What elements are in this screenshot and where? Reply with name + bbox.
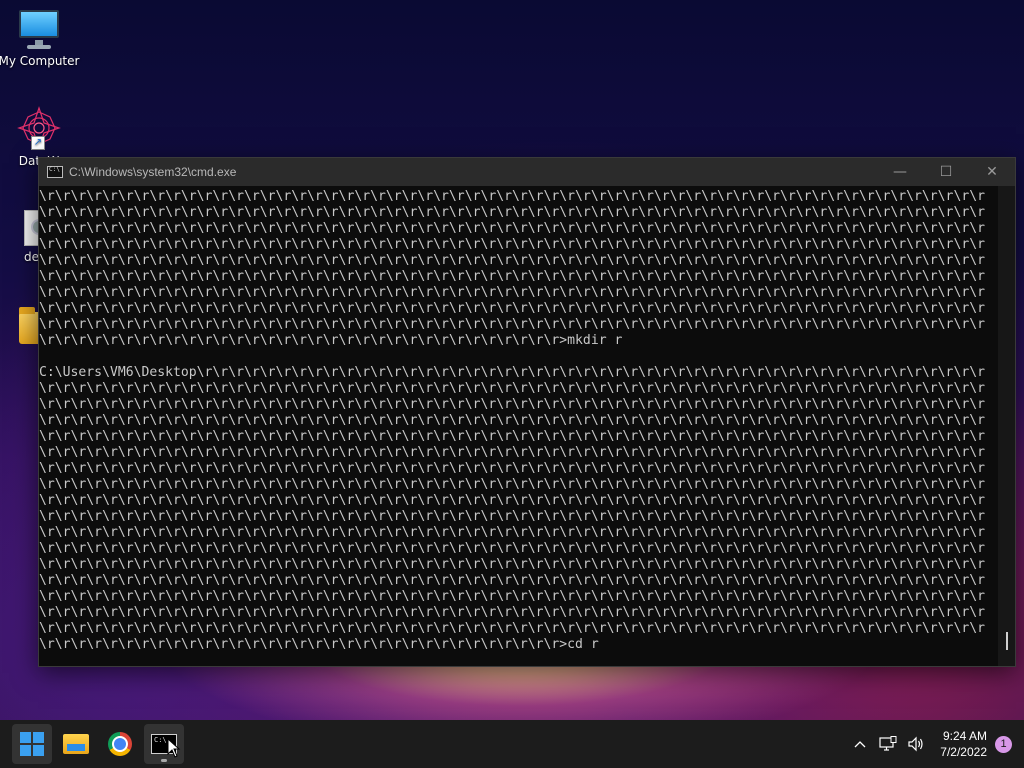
console-line: \r\r\r\r\r\r\r\r\r\r\r\r\r\r\r\r\r\r\r\r…: [39, 445, 985, 460]
console-line: \r\r\r\r\r\r\r\r\r\r\r\r\r\r\r\r\r\r\r\r…: [39, 381, 985, 396]
system-tray: 9:24 AM 7/2/2022 1: [846, 720, 1024, 768]
console-line: \r\r\r\r\r\r\r\r\r\r\r\r\r\r\r\r\r\r\r\r…: [39, 317, 985, 332]
cmd-window[interactable]: C:\Windows\system32\cmd.exe — ☐ ✕ \r\r\r…: [38, 157, 1016, 667]
console-line: \r\r\r\r\r\r\r\r\r\r\r\r\r\r\r\r\r\r\r\r…: [39, 221, 985, 236]
scrollbar[interactable]: [998, 186, 1015, 666]
console-line: \r\r\r\r\r\r\r\r\r\r\r\r\r\r\r\r\r\r\r\r…: [39, 429, 985, 444]
volume-icon[interactable]: [903, 731, 929, 757]
console-line: \r\r\r\r\r\r\r\r\r\r\r\r\r\r\r\r\r\r\r\r…: [39, 589, 985, 604]
window-title: C:\Windows\system32\cmd.exe: [69, 165, 237, 179]
desktop-icon-label: My Computer: [0, 54, 80, 68]
minimize-button[interactable]: —: [877, 158, 923, 186]
chevron-up-icon[interactable]: [847, 731, 873, 757]
console-output[interactable]: \r\r\r\r\r\r\r\r\r\r\r\r\r\r\r\r\r\r\r\r…: [39, 186, 998, 666]
console-line: \r\r\r\r\r\r\r\r\r\r\r\r\r\r\r\r\r\r\r\r…: [39, 301, 985, 316]
clock[interactable]: 9:24 AM 7/2/2022: [940, 728, 987, 760]
console-line: \r\r\r\r\r\r\r\r\r\r\r\r\r\r\r\r\r\r\r\r…: [39, 525, 985, 540]
maximize-button[interactable]: ☐: [923, 158, 969, 186]
console-line: \r\r\r\r\r\r\r\r\r\r\r\r\r\r\r\r\r\r\r\r…: [39, 333, 623, 348]
datawarp-icon: ↗: [17, 106, 61, 150]
notification-badge[interactable]: 1: [995, 735, 1012, 753]
taskbar: 9:24 AM 7/2/2022 1: [0, 720, 1024, 768]
console-line: \r\r\r\r\r\r\r\r\r\r\r\r\r\r\r\r\r\r\r\r…: [39, 605, 985, 620]
windows-start-icon: [20, 732, 44, 756]
window-titlebar[interactable]: C:\Windows\system32\cmd.exe — ☐ ✕: [39, 158, 1015, 186]
clock-time: 9:24 AM: [942, 729, 987, 743]
console-line: \r\r\r\r\r\r\r\r\r\r\r\r\r\r\r\r\r\r\r\r…: [39, 637, 599, 652]
console-line: \r\r\r\r\r\r\r\r\r\r\r\r\r\r\r\r\r\r\r\r…: [39, 397, 985, 412]
console-line: \r\r\r\r\r\r\r\r\r\r\r\r\r\r\r\r\r\r\r\r…: [39, 573, 985, 588]
desktop-icon-my-computer[interactable]: My Computer: [0, 8, 80, 68]
terminal-icon: [47, 166, 63, 178]
console-line: \r\r\r\r\r\r\r\r\r\r\r\r\r\r\r\r\r\r\r\r…: [39, 189, 985, 204]
console-line: \r\r\r\r\r\r\r\r\r\r\r\r\r\r\r\r\r\r\r\r…: [39, 253, 985, 268]
network-icon[interactable]: [875, 731, 901, 757]
console-line: \r\r\r\r\r\r\r\r\r\r\r\r\r\r\r\r\r\r\r\r…: [39, 269, 985, 284]
folder-icon: [63, 734, 89, 754]
console-line: \r\r\r\r\r\r\r\r\r\r\r\r\r\r\r\r\r\r\r\r…: [39, 557, 985, 572]
console-line: \r\r\r\r\r\r\r\r\r\r\r\r\r\r\r\r\r\r\r\r…: [39, 285, 985, 300]
chrome-icon: [108, 732, 132, 756]
scrollbar-thumb[interactable]: [1006, 632, 1008, 650]
shortcut-arrow-icon: ↗: [31, 136, 45, 150]
console-line: \r\r\r\r\r\r\r\r\r\r\r\r\r\r\r\r\r\r\r\r…: [39, 413, 985, 428]
clock-date: 7/2/2022: [940, 745, 987, 759]
console-line: \r\r\r\r\r\r\r\r\r\r\r\r\r\r\r\r\r\r\r\r…: [39, 205, 985, 220]
console-line: \r\r\r\r\r\r\r\r\r\r\r\r\r\r\r\r\r\r\r\r…: [39, 461, 985, 476]
taskbar-chrome[interactable]: [100, 724, 140, 764]
taskbar-file-explorer[interactable]: [56, 724, 96, 764]
close-button[interactable]: ✕: [969, 158, 1015, 186]
running-indicator: [161, 759, 167, 762]
console-line: \r\r\r\r\r\r\r\r\r\r\r\r\r\r\r\r\r\r\r\r…: [39, 621, 985, 636]
console-line: \r\r\r\r\r\r\r\r\r\r\r\r\r\r\r\r\r\r\r\r…: [39, 509, 985, 524]
console-line: \r\r\r\r\r\r\r\r\r\r\r\r\r\r\r\r\r\r\r\r…: [39, 237, 985, 252]
console-line: \r\r\r\r\r\r\r\r\r\r\r\r\r\r\r\r\r\r\r\r…: [39, 493, 985, 508]
start-button[interactable]: [12, 724, 52, 764]
console-line: C:\Users\VM6\Desktop\r\r\r\r\r\r\r\r\r\r…: [39, 365, 985, 380]
console-line: \r\r\r\r\r\r\r\r\r\r\r\r\r\r\r\r\r\r\r\r…: [39, 477, 985, 492]
monitor-icon: [17, 8, 61, 50]
console-line: \r\r\r\r\r\r\r\r\r\r\r\r\r\r\r\r\r\r\r\r…: [39, 541, 985, 556]
